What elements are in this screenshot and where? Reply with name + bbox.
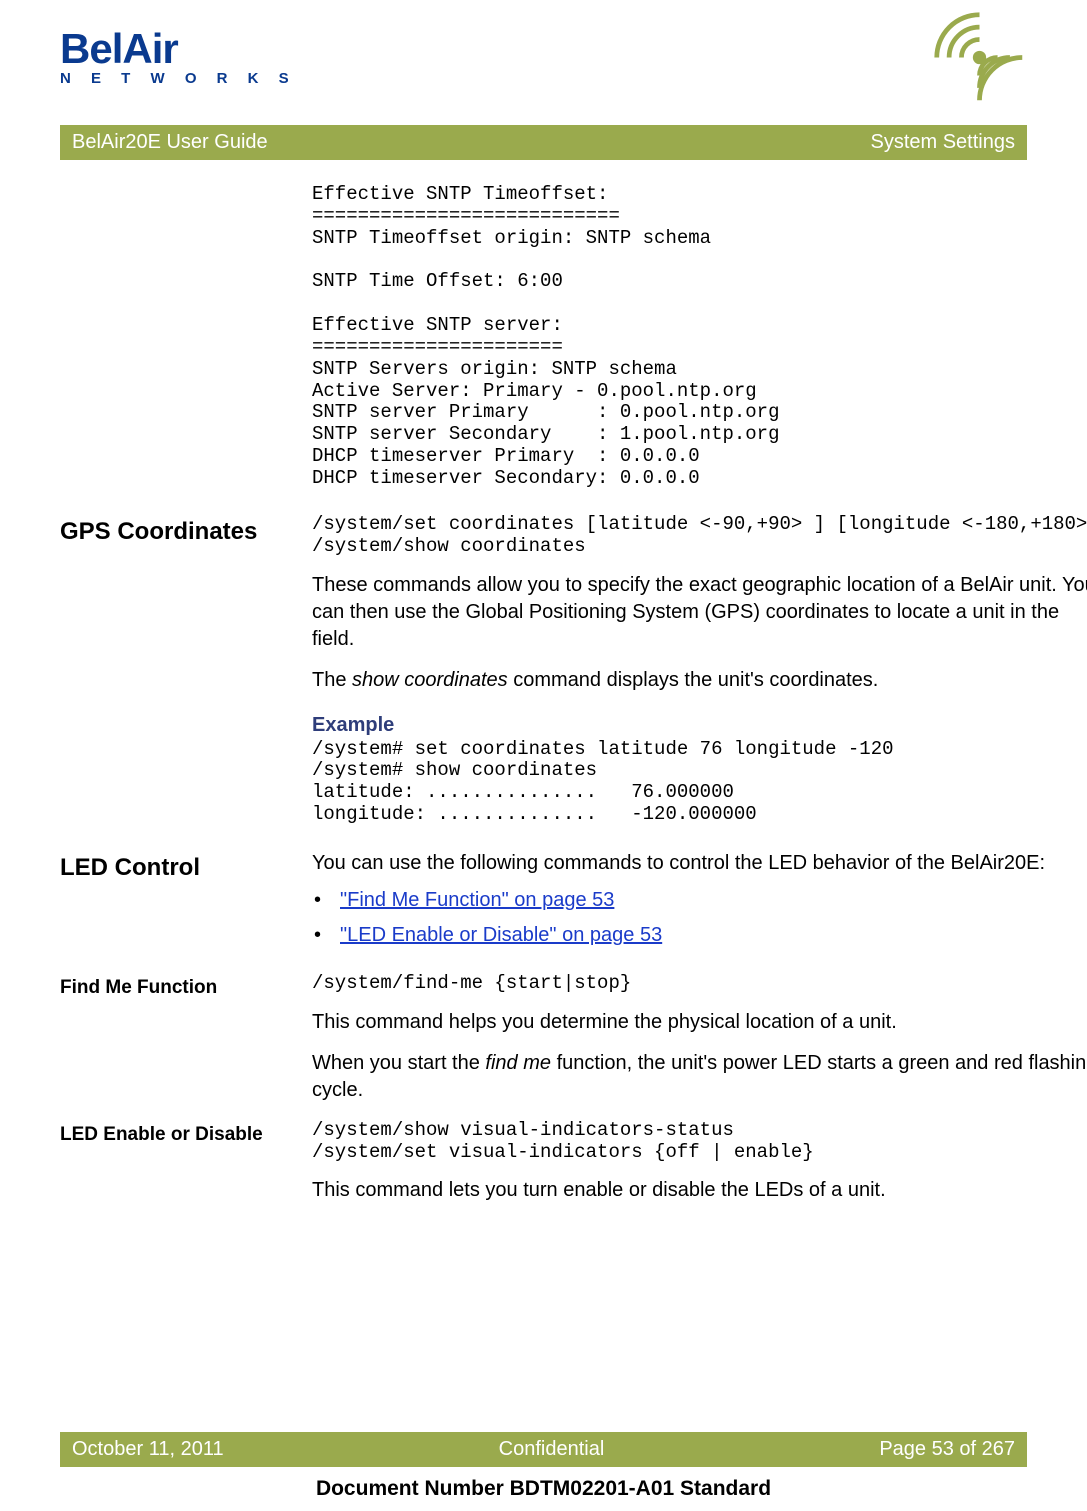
heading-led-enable-disable: LED Enable or Disable	[60, 1120, 290, 1205]
guide-title: BelAir20E User Guide	[72, 131, 268, 154]
findme-syntax: /system/find-me {start|stop}	[312, 973, 1087, 995]
footer-confidential: Confidential	[499, 1438, 605, 1461]
wave-icon	[932, 10, 1027, 105]
gps-example: /system# set coordinates latitude 76 lon…	[312, 739, 1087, 826]
heading-find-me-function: Find Me Function	[60, 973, 290, 1104]
ledena-desc: This command lets you turn enable or dis…	[312, 1177, 1087, 1204]
findme-cmd: find me	[485, 1052, 551, 1074]
brand-logo: BelAir N E T W O R K S	[60, 28, 297, 87]
footer-bar: October 11, 2011 Confidential Page 53 of…	[60, 1432, 1027, 1467]
brand-subtitle: N E T W O R K S	[60, 70, 297, 87]
list-item: "Find Me Function" on page 53	[312, 887, 1087, 914]
heading-led-control: LED Control	[60, 850, 290, 957]
footer-date: October 11, 2011	[72, 1438, 224, 1461]
findme-desc-1: This command helps you determine the phy…	[312, 1009, 1087, 1036]
gps-show-coordinates-cmd: show coordinates	[352, 669, 508, 691]
gps-syntax: /system/set coordinates [latitude <-90,+…	[312, 514, 1087, 558]
page-header: BelAir N E T W O R K S	[60, 0, 1027, 125]
findme-desc-2: When you start the find me function, the…	[312, 1050, 1087, 1104]
sntp-output: Effective SNTP Timeoffset: =============…	[312, 184, 1087, 490]
led-desc: You can use the following commands to co…	[312, 850, 1087, 877]
link-led-enable-disable[interactable]: "LED Enable or Disable" on page 53	[340, 924, 662, 946]
gps-desc2-b: command displays the unit's coordinates.	[508, 669, 879, 691]
document-number: Document Number BDTM02201-A01 Standard	[0, 1477, 1087, 1501]
ledena-syntax: /system/show visual-indicators-status /s…	[312, 1120, 1087, 1164]
section-title: System Settings	[870, 131, 1015, 154]
heading-gps-coordinates: GPS Coordinates	[60, 514, 290, 826]
title-bar: BelAir20E User Guide System Settings	[60, 125, 1027, 160]
brand-name: BelAir	[60, 28, 178, 70]
findme-desc2-a: When you start the	[312, 1052, 485, 1074]
gps-desc2-a: The	[312, 669, 352, 691]
gps-desc-2: The show coordinates command displays th…	[312, 667, 1087, 694]
footer-page: Page 53 of 267	[879, 1438, 1015, 1461]
led-links-list: "Find Me Function" on page 53 "LED Enabl…	[312, 887, 1087, 949]
list-item: "LED Enable or Disable" on page 53	[312, 922, 1087, 949]
link-find-me-function[interactable]: "Find Me Function" on page 53	[340, 889, 614, 911]
content-area: Effective SNTP Timeoffset: =============…	[60, 184, 1027, 1204]
gps-desc-1: These commands allow you to specify the …	[312, 572, 1087, 653]
example-heading: Example	[312, 712, 1087, 739]
